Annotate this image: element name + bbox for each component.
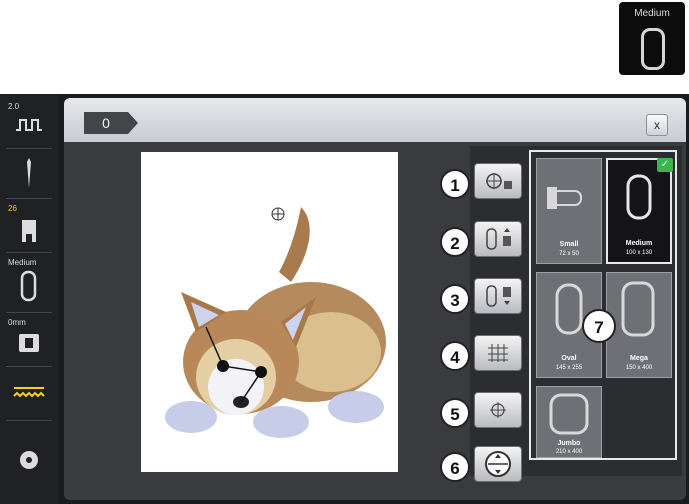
hoop-tab[interactable]: 0 — [84, 112, 140, 134]
small-hoop-icon — [547, 187, 582, 209]
grid-icon — [488, 344, 508, 362]
callout-4: 4 — [440, 341, 470, 371]
hoop-status-label: Medium — [634, 8, 670, 19]
hoop-icon — [641, 28, 665, 70]
callout-2: 2 — [440, 227, 470, 257]
hoop-name: Medium — [625, 240, 653, 247]
sidebar-item-label: Medium — [8, 258, 37, 267]
sidebar-item-needle[interactable] — [4, 152, 54, 194]
hoop-name: Oval — [561, 355, 577, 362]
hoop-tab-label: 0 — [84, 112, 128, 134]
close-button[interactable]: x — [646, 114, 668, 136]
settings-icon — [20, 451, 38, 469]
sidebar: 2.0 26 Medium 0mm — [0, 94, 58, 504]
hoop-size: 210 x 400 — [555, 449, 583, 455]
callout-3: 3 — [440, 284, 470, 314]
hoop-name: Mega — [630, 355, 648, 362]
hoop-option-medium[interactable]: ✓ Medium 100 x 130 — [606, 158, 673, 264]
callout-7: 7 — [582, 309, 616, 343]
hoop-option-jumbo[interactable]: Jumbo 210 x 400 — [536, 386, 602, 458]
sidebar-item-settings[interactable] — [4, 430, 54, 480]
callout-5: 5 — [440, 398, 470, 428]
sidebar-item-label: 26 — [8, 204, 17, 213]
center-hoop-button[interactable] — [474, 163, 522, 199]
callout-1: 1 — [440, 169, 470, 199]
hoop-status-indicator: Medium — [619, 2, 685, 75]
hoop-name: Jumbo — [557, 440, 581, 447]
sidebar-item-hoop[interactable]: Medium — [4, 256, 54, 308]
sidebar-item-stitch-width[interactable]: 2.0 — [4, 100, 54, 144]
embroidery-design-image — [165, 207, 386, 438]
hoop-size: 150 x 400 — [625, 365, 653, 371]
center-hoop-icon — [486, 173, 512, 189]
needle-icon — [27, 158, 31, 188]
center-point-button[interactable] — [474, 392, 522, 428]
hoop-size: 100 x 130 — [625, 250, 653, 256]
hoop-trace-icon — [485, 451, 511, 477]
hoop-size: 72 x 50 — [559, 251, 579, 257]
tab-arrow-icon — [128, 112, 138, 134]
sidebar-item-label: 2.0 — [8, 102, 20, 111]
hoop-trace-button[interactable] — [474, 446, 522, 482]
jumbo-hoop-icon — [549, 393, 589, 435]
design-preview — [141, 152, 398, 472]
move-hoop-back-button[interactable] — [474, 278, 522, 314]
thread-tension-icon — [13, 387, 45, 398]
callout-6: 6 — [440, 452, 470, 482]
move-hoop-up-icon — [486, 228, 511, 250]
center-point-icon — [490, 402, 506, 418]
hoop-size: 145 x 255 — [555, 365, 583, 371]
hoop-option-small[interactable]: Small 72 x 50 — [536, 158, 602, 264]
move-hoop-back-icon — [486, 285, 511, 307]
window-titlebar — [64, 98, 686, 142]
sidebar-item-stitch-plate[interactable]: 0mm — [4, 316, 54, 362]
sidebar-item-thread-tension[interactable] — [4, 372, 54, 416]
sidebar-item-presser-foot[interactable]: 26 — [4, 202, 54, 248]
grid-button[interactable] — [474, 335, 522, 371]
hoop-name: Small — [559, 241, 579, 248]
mega-hoop-icon — [621, 281, 655, 337]
move-hoop-up-button[interactable] — [474, 221, 522, 257]
selected-check-icon: ✓ — [657, 158, 673, 172]
sidebar-item-label: 0mm — [8, 318, 26, 327]
